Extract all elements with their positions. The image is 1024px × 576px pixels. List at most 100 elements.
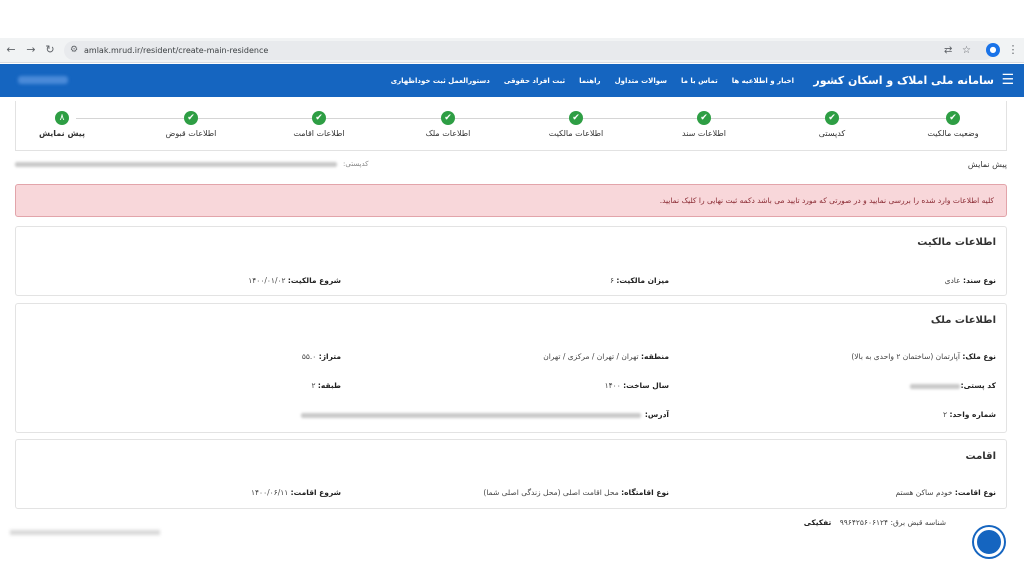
redacted-postal-code — [910, 384, 960, 389]
step-document-info[interactable]: ✔ اطلاعات سند — [654, 111, 754, 138]
check-icon: ✔ — [697, 111, 711, 125]
field-value: تهران / تهران / مرکزی / تهران — [543, 352, 639, 361]
step-property-info[interactable]: ✔ اطلاعات ملک — [398, 111, 498, 138]
field-value: ۱۴۰۰/۰۱/۰۲ — [248, 276, 286, 285]
browser-toolbar: ← → ↻ ⚙ amlak.mrud.ir/resident/create-ma… — [0, 38, 1024, 63]
step-label: اطلاعات قبوض — [165, 129, 217, 138]
step-number-icon: ۸ — [55, 111, 69, 125]
alert-text: کلیه اطلاعات وارد شده را بررسی نمایید و … — [659, 196, 994, 205]
hamburger-menu-icon[interactable]: ☰ — [1001, 73, 1014, 87]
menu-item-contact[interactable]: تماس با ما — [681, 77, 718, 85]
step-preview[interactable]: ۸ پیش نمایش — [12, 111, 112, 138]
field-value: ۵۵.۰ — [301, 352, 317, 361]
site-info-icon[interactable]: ⚙ — [70, 45, 78, 55]
address-bar[interactable]: ⚙ amlak.mrud.ir/resident/create-main-res… — [64, 41, 994, 60]
step-ownership-status[interactable]: ✔ وضعیت مالکیت — [903, 111, 1003, 138]
url-text: amlak.mrud.ir/resident/create-main-resid… — [84, 46, 269, 55]
page-title: پیش نمایش — [967, 160, 1007, 169]
field-label: سال ساخت: — [623, 381, 669, 390]
residence-place-field: نوع اقامتگاه: محل اقامت اصلی (محل زندگی … — [483, 488, 669, 497]
field-label: نوع اقامت: — [954, 488, 996, 497]
region-field: منطقه: تهران / تهران / مرکزی / تهران — [543, 352, 669, 361]
field-value: ۲ — [943, 410, 948, 419]
step-ownership-info[interactable]: ✔ اطلاعات مالکیت — [526, 111, 626, 138]
residence-info-card: اقامت نوع اقامت: خودم ساکن هستم نوع اقام… — [15, 439, 1007, 509]
electric-bill-row: شناسه قبض برق: ۹۹۶۴۲۵۶۰۶۱۲۴ تفکیکی — [804, 518, 946, 527]
unit-number-field: شماره واحد: ۲ — [943, 410, 996, 419]
postal-code-field: کد پستی: — [961, 381, 996, 390]
card-title: اطلاعات مالکیت — [917, 237, 996, 248]
field-label: متراژ: — [318, 352, 341, 361]
wizard-stepper: ✔ وضعیت مالکیت ✔ کدپستی ✔ اطلاعات سند ✔ … — [15, 101, 1007, 151]
menu-item-news[interactable]: اخبار و اطلاعیه ها — [732, 77, 794, 85]
field-value: عادی — [944, 276, 961, 285]
step-residence-info[interactable]: ✔ اطلاعات اقامت — [269, 111, 369, 138]
support-chat-button[interactable] — [974, 527, 1004, 557]
redacted-footer-text — [10, 530, 160, 535]
back-icon[interactable]: ← — [4, 43, 18, 57]
field-value: ۶ — [609, 276, 615, 285]
check-icon: ✔ — [569, 111, 583, 125]
floor-field: طبقه: ۲ — [312, 381, 342, 390]
card-title: اطلاعات ملک — [930, 315, 996, 326]
field-label: نوع سند: — [962, 276, 996, 285]
check-icon: ✔ — [946, 111, 960, 125]
field-value: ۱۴۰۰ — [604, 381, 621, 390]
ownership-start-field: شروع مالکیت: ۱۴۰۰/۰۱/۰۲ — [248, 276, 341, 285]
bookmark-star-icon[interactable]: ☆ — [962, 45, 971, 56]
field-label: شروع اقامت: — [290, 488, 341, 497]
field-label: کد پستی: — [960, 381, 996, 390]
build-year-field: سال ساخت: ۱۴۰۰ — [605, 381, 669, 390]
step-label: اطلاعات ملک — [425, 129, 471, 138]
step-bills-info[interactable]: ✔ اطلاعات قبوض — [141, 111, 241, 138]
field-label: نوع ملک: — [962, 352, 996, 361]
step-postal-code[interactable]: ✔ کدپستی — [782, 111, 882, 138]
step-label: اطلاعات سند — [682, 129, 726, 138]
property-type-field: نوع ملک: آپارتمان (ساختمان ۲ واحدی به با… — [851, 352, 996, 361]
field-label: شروع مالکیت: — [287, 276, 341, 285]
reload-icon[interactable]: ↻ — [43, 43, 57, 57]
doc-type-field: نوع سند: عادی — [945, 276, 996, 285]
field-value: ۲ — [311, 381, 316, 390]
field-label: میزان مالکیت: — [616, 276, 669, 285]
browser-menu-icon[interactable]: ⋮ — [1006, 43, 1020, 57]
address-field: آدرس: — [645, 410, 669, 419]
field-label: آدرس: — [644, 410, 669, 419]
field-label: طبقه: — [317, 381, 341, 390]
redacted-address — [301, 413, 641, 418]
menu-item-faq[interactable]: سوالات متداول — [615, 77, 667, 85]
redacted-summary — [15, 162, 337, 167]
preview-header-row: پیش نمایش کدپستی: — [15, 156, 1007, 176]
step-label: کدپستی — [818, 129, 846, 138]
field-label: شماره واحد: — [949, 410, 996, 419]
field-value: ۱۴۰۰/۰۶/۱۱ — [251, 488, 289, 497]
area-field: متراژ: ۵۵.۰ — [302, 352, 341, 361]
translate-icon[interactable]: ⇄ — [944, 45, 952, 56]
field-value: خودم ساکن هستم — [895, 488, 953, 497]
property-info-card: اطلاعات ملک نوع ملک: آپارتمان (ساختمان ۲… — [15, 303, 1007, 433]
step-label: اطلاعات مالکیت — [548, 129, 604, 138]
menu-item-guide[interactable]: راهنما — [579, 77, 600, 85]
postal-code-label: کدپستی: — [343, 160, 369, 168]
menu-item-legal-entities[interactable]: ثبت افراد حقوقی — [504, 77, 565, 85]
ownership-share-field: میزان مالکیت: ۶ — [610, 276, 669, 285]
residence-start-field: شروع اقامت: ۱۴۰۰/۰۶/۱۱ — [251, 488, 341, 497]
check-icon: ✔ — [184, 111, 198, 125]
step-label: پیش نمایش — [38, 129, 86, 138]
top-menu: اخبار و اطلاعیه ها تماس با ما سوالات متد… — [391, 64, 794, 97]
field-label: نوع اقامتگاه: — [621, 488, 669, 497]
bill-label: شناسه قبض برق: — [890, 518, 946, 527]
step-label: وضعیت مالکیت — [927, 129, 979, 138]
profile-avatar-icon[interactable]: ● — [986, 43, 1000, 57]
ownership-info-card: اطلاعات مالکیت نوع سند: عادی میزان مالکی… — [15, 226, 1007, 296]
bill-type-badge: تفکیکی — [803, 518, 832, 527]
check-icon: ✔ — [312, 111, 326, 125]
check-icon: ✔ — [441, 111, 455, 125]
app-title: سامانه ملی املاک و اسکان کشور — [813, 74, 994, 87]
check-icon: ✔ — [825, 111, 839, 125]
forward-icon[interactable]: → — [24, 43, 38, 57]
field-label: منطقه: — [641, 352, 669, 361]
bill-value: ۹۹۶۴۲۵۶۰۶۱۲۴ — [839, 518, 889, 527]
menu-item-self-declaration-instructions[interactable]: دستورالعمل ثبت خوداظهاری — [391, 77, 490, 85]
user-name-redacted[interactable] — [18, 76, 68, 84]
